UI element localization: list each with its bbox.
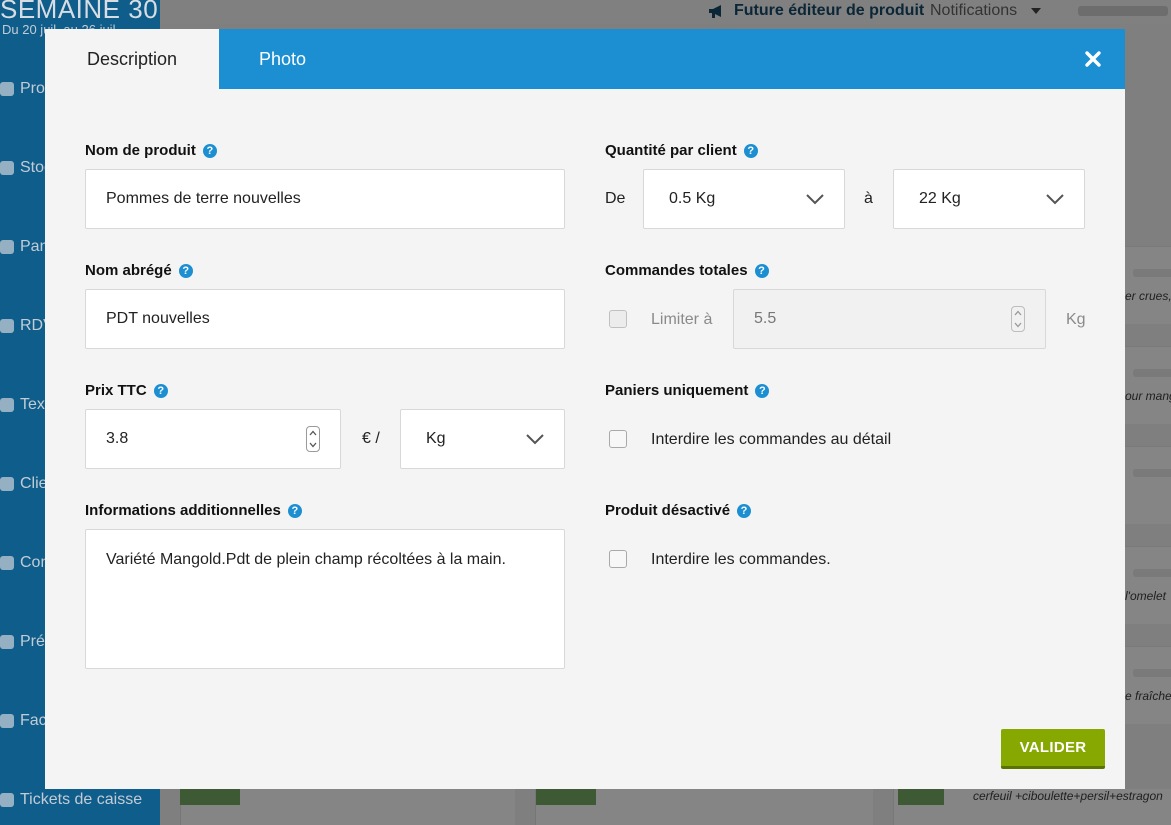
book-icon (0, 635, 14, 649)
price-unit-select[interactable]: Kg (400, 409, 565, 469)
product-card[interactable] (1125, 446, 1171, 524)
notifications-dropdown[interactable]: Notifications (930, 2, 1042, 20)
baskets-only-label: Paniers uniquement? (605, 382, 770, 399)
product-card[interactable]: l'omelet (1125, 546, 1171, 624)
price-currency-separator: € / (362, 430, 380, 447)
future-publisher-link[interactable]: Future éditeur de produit (708, 2, 924, 20)
cart-icon (0, 556, 14, 570)
forbid-retail-orders-checkbox[interactable] (609, 430, 627, 448)
help-icon[interactable]: ? (202, 143, 217, 158)
tab-description[interactable]: Description (45, 29, 219, 89)
forbid-orders-checkbox[interactable] (609, 550, 627, 568)
stepper-up-icon[interactable] (1014, 310, 1022, 316)
chevron-down-icon (526, 434, 544, 445)
product-card[interactable]: e fraîche (1125, 646, 1171, 724)
price-input[interactable]: 3.8 (85, 409, 341, 469)
users-icon (0, 477, 14, 491)
product-card[interactable]: er crues, (1125, 246, 1171, 324)
product-thumbnail (536, 789, 596, 805)
invoice-icon (0, 714, 14, 728)
product-name-label: Nom de produit? (85, 142, 217, 159)
quantity-min-select[interactable]: 0.5 Kg (643, 169, 845, 229)
megaphone-icon (709, 5, 721, 18)
tab-photo[interactable]: Photo (259, 29, 306, 89)
product-thumbnail (898, 789, 944, 805)
total-orders-label: Commandes totales? (605, 262, 769, 279)
quantity-to-label: à (864, 190, 873, 207)
number-stepper[interactable] (306, 426, 320, 452)
receipt-icon (0, 793, 14, 807)
stepper-down-icon[interactable] (1014, 322, 1022, 328)
caret-down-icon (1031, 8, 1042, 14)
chevron-down-icon (1046, 194, 1064, 205)
number-stepper[interactable] (1011, 306, 1025, 332)
price-label: Prix TTC? (85, 382, 168, 399)
additional-info-label: Informations additionnelles? (85, 502, 302, 519)
quantity-from-label: De (605, 190, 626, 207)
short-name-label: Nom abrégé? (85, 262, 193, 279)
stepper-up-icon[interactable] (309, 430, 317, 436)
limit-total-orders-checkbox[interactable] (609, 310, 627, 328)
close-icon[interactable] (1083, 49, 1103, 69)
help-icon[interactable]: ? (178, 263, 193, 278)
short-name-input[interactable]: PDT nouvelles (85, 289, 565, 349)
product-name-input[interactable]: Pommes de terre nouvelles (85, 169, 565, 229)
text-icon (0, 398, 14, 412)
product-thumbnail (180, 789, 240, 805)
submit-button[interactable]: VALIDER (1001, 729, 1105, 769)
additional-info-textarea[interactable]: Variété Mangold.Pdt de plein champ récol… (85, 529, 565, 669)
quantity-max-select[interactable]: 22 Kg (893, 169, 1085, 229)
help-icon[interactable]: ? (755, 383, 770, 398)
quantity-per-client-label: Quantité par client? (605, 142, 758, 159)
stock-icon (0, 161, 14, 175)
forbid-orders-label[interactable]: Interdire les commandes. (651, 551, 831, 569)
product-description-snippet: cerfeuil +ciboulette+persil+estragon (973, 789, 1163, 803)
limit-label: Limiter à (651, 311, 713, 328)
forbid-retail-orders-label[interactable]: Interdire les commandes au détail (651, 431, 891, 449)
apple-icon (0, 82, 14, 96)
sidebar-item-receipts[interactable]: Tickets de caisse (0, 791, 142, 809)
product-edit-modal: Description Photo Nom de produit? Pommes… (45, 29, 1125, 789)
help-icon[interactable]: ? (287, 503, 302, 518)
modal-tab-bar: Description Photo (45, 29, 1125, 89)
pin-icon (0, 319, 14, 333)
product-disabled-label: Produit désactivé? (605, 502, 752, 519)
total-orders-unit: Kg (1066, 311, 1086, 328)
user-name[interactable] (1078, 6, 1168, 16)
help-icon[interactable]: ? (754, 263, 769, 278)
basket-icon (0, 240, 14, 254)
help-icon[interactable]: ? (153, 383, 168, 398)
help-icon[interactable]: ? (737, 503, 752, 518)
help-icon[interactable]: ? (743, 143, 758, 158)
stepper-down-icon[interactable] (309, 442, 317, 448)
chevron-down-icon (806, 194, 824, 205)
product-card[interactable]: our mang (1125, 346, 1171, 424)
total-orders-limit-input[interactable]: 5.5 (733, 289, 1046, 349)
